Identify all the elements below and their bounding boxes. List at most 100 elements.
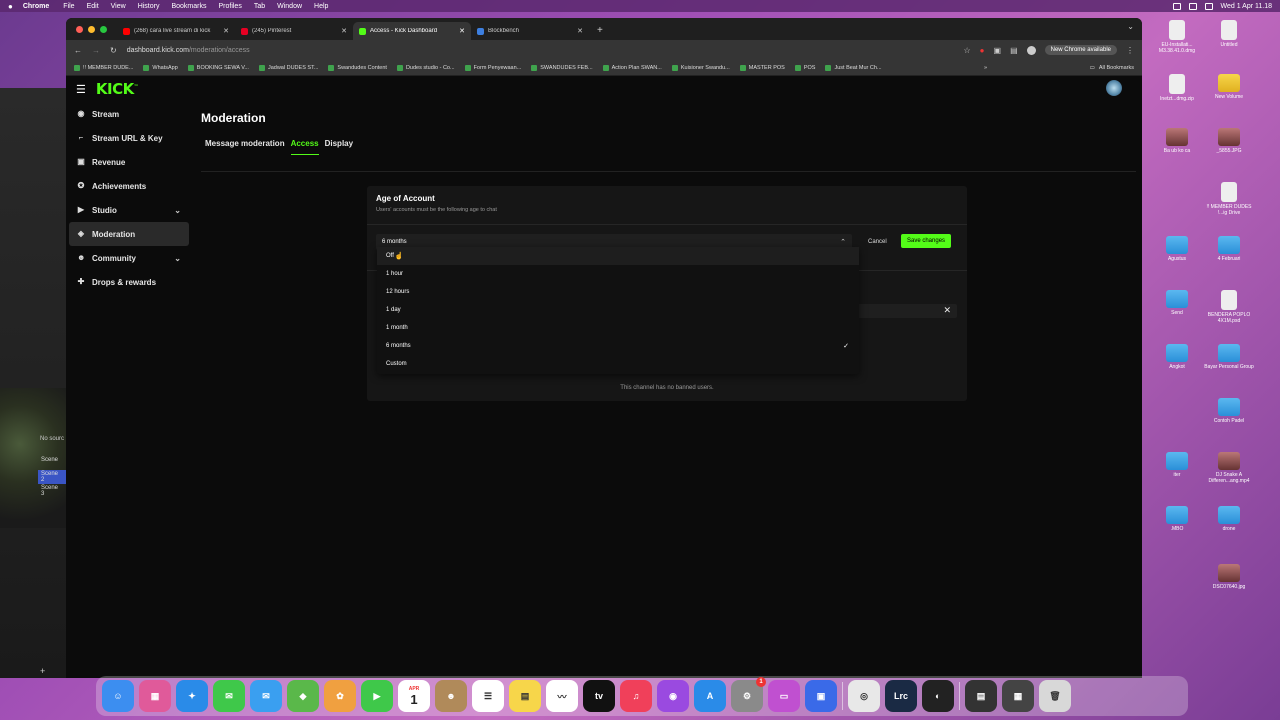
obs-scene-2[interactable]: Scene 2 [38,470,66,484]
cancel-button[interactable]: Cancel [864,236,891,248]
dropdown-option[interactable]: 12 hours [377,283,859,301]
dropdown-option[interactable]: 1 hour [377,265,859,283]
browser-tab[interactable]: (245) Pinterest ✕ [235,22,353,40]
desktop-icon[interactable]: !! MEMBER DUDES !...ig Drive [1204,182,1254,216]
messages-icon[interactable]: ✉ [213,680,245,712]
browser-tab[interactable]: Blockbench ✕ [471,22,589,40]
chrome-update-pill[interactable]: New Chrome available [1044,45,1117,55]
menu-window[interactable]: Window [277,3,302,10]
photos-icon[interactable]: ✿ [324,680,356,712]
desktop-icon[interactable]: iter [1152,452,1202,478]
kick-logo[interactable]: KICK™ [96,80,139,98]
finder-icon[interactable]: ☺ [102,680,134,712]
menu-app-name[interactable]: Chrome [23,3,49,10]
desktop-icon[interactable]: Untitled [1204,20,1254,48]
notes-icon[interactable]: ▤ [509,680,541,712]
reload-icon[interactable]: ↻ [110,46,117,55]
safari-icon[interactable]: ✦ [176,680,208,712]
mail-icon[interactable]: ✉ [250,680,282,712]
sidebar-item-stream-url-key[interactable]: ⌐ Stream URL & Key [69,126,189,150]
settings-icon[interactable]: ⚙ 1 [731,677,766,712]
obs-add-scene-button[interactable]: + [40,666,45,676]
launchpad-icon[interactable]: ▦ [139,680,171,712]
appletv-icon[interactable]: tv [583,680,615,712]
app-icon[interactable]: ▣ [805,680,837,712]
menu-bookmarks[interactable]: Bookmarks [171,3,206,10]
hamburger-menu-icon[interactable]: ☰ [76,83,86,96]
close-icon[interactable]: ✕ [943,305,951,316]
bookmark-item[interactable]: BOOKING SEWA V... [187,64,249,71]
save-changes-button[interactable]: Save changes [901,234,952,248]
dropdown-option[interactable]: 1 month [377,319,859,337]
forward-icon[interactable]: → [92,46,100,55]
all-bookmarks[interactable]: ▭ All Bookmarks [1090,65,1134,71]
sidebar-item-studio[interactable]: ▶ Studio ⌄ [69,198,189,222]
dropdown-option[interactable]: Custom [377,355,859,373]
chevron-down-icon[interactable]: ⌄ [174,206,181,215]
dropdown-option[interactable]: Off ☝ [377,247,859,265]
browser-tab[interactable]: (268) cara live stream di kick ✕ [117,22,235,40]
tab-access[interactable]: Access [290,139,319,155]
menu-help[interactable]: Help [314,3,328,10]
bookmark-item[interactable]: POS [794,64,815,71]
calendar-icon[interactable]: APR 1 [398,680,430,712]
minimize-window-icon[interactable] [88,26,95,33]
browser-tab[interactable]: Access - Kick Dashboard ✕ [353,22,471,40]
facetime-icon[interactable]: ▶ [361,680,393,712]
extension-icon[interactable]: ● [980,46,985,55]
freeform-icon[interactable]: 〰 [546,680,578,712]
iphone-mirroring-icon[interactable]: ▭ [768,680,800,712]
wifi-icon[interactable] [1188,2,1197,10]
tab-close-icon[interactable]: ✕ [223,27,229,35]
back-icon[interactable]: ← [74,46,82,55]
sidebar-item-stream[interactable]: ◉ Stream [69,102,189,126]
sidebar-item-moderation[interactable]: ◈ Moderation [69,222,189,246]
url-bar[interactable]: dashboard.kick.com/moderation/access [127,47,954,54]
desktop-icon[interactable]: Agustus [1152,236,1202,262]
tab-close-icon[interactable]: ✕ [577,27,583,35]
chevron-down-icon[interactable]: ⌄ [174,254,181,263]
recent-window-icon[interactable]: ▦ [1002,680,1034,712]
tab-close-icon[interactable]: ✕ [341,27,347,35]
control-center-icon[interactable] [1204,2,1213,10]
desktop-icon[interactable]: DJ Snake A Differen...ang.mp4 [1204,452,1254,484]
reminders-icon[interactable]: ☰ [472,680,504,712]
desktop-icon[interactable]: Ba ub ko ca [1152,128,1202,154]
trash-icon[interactable]: 🗑 [1039,680,1071,712]
bookmark-item[interactable]: SWANDUDES FEB... [531,64,593,71]
close-window-icon[interactable] [76,26,83,33]
desktop-icon[interactable]: Angkot [1152,344,1202,370]
menu-tab[interactable]: Tab [254,3,265,10]
tab-display[interactable]: Display [325,139,353,155]
obs-scene-1[interactable]: Scene [38,456,66,464]
sidebar-item-achievements[interactable]: ✪ Achievements [69,174,189,198]
desktop-icon[interactable]: EU-Installati... M3.38.41.0.dmg [1152,20,1202,54]
lightroom-icon[interactable]: Lrc [885,680,917,712]
chrome-icon[interactable]: ◎ [848,680,880,712]
menu-edit[interactable]: Edit [87,3,99,10]
menu-history[interactable]: History [138,3,160,10]
bookmark-item[interactable]: Action Plan SWAN... [602,64,662,71]
reading-list-icon[interactable]: ▤ [1010,46,1018,55]
appstore-icon[interactable]: A [694,680,726,712]
bookmark-item[interactable]: Just Beat Mur Ch... [825,64,882,71]
bookmark-item[interactable]: MASTER POS [739,64,785,71]
music-icon[interactable]: ♫ [620,680,652,712]
obs-icon[interactable]: ◐ [922,680,954,712]
bookmark-star-icon[interactable]: ☆ [963,46,970,55]
desktop-icon[interactable]: drone [1204,506,1254,532]
desktop-icon[interactable]: BENDERA POPLO 4X1M.psd [1204,290,1254,324]
apple-menu-icon[interactable]: ● [8,2,13,11]
desktop-icon[interactable]: New Volume [1204,74,1254,100]
menubar-clock[interactable]: Wed 1 Apr 11.18 [1221,3,1273,10]
desktop-icon[interactable]: Bayar Personal Group [1204,344,1254,370]
battery-icon[interactable] [1172,2,1181,10]
contacts-icon[interactable]: ☻ [435,680,467,712]
bookmark-item[interactable]: WhatsApp [143,64,178,71]
extension-2-icon[interactable]: ▣ [994,46,1002,55]
sidebar-item-revenue[interactable]: ▣ Revenue [69,150,189,174]
menu-file[interactable]: File [63,3,74,10]
bookmark-item[interactable]: Swandudes Content [328,64,387,71]
sidebar-item-community[interactable]: ☻ Community ⌄ [69,246,189,270]
sidebar-item-drops-rewards[interactable]: ✚ Drops & rewards [69,270,189,294]
